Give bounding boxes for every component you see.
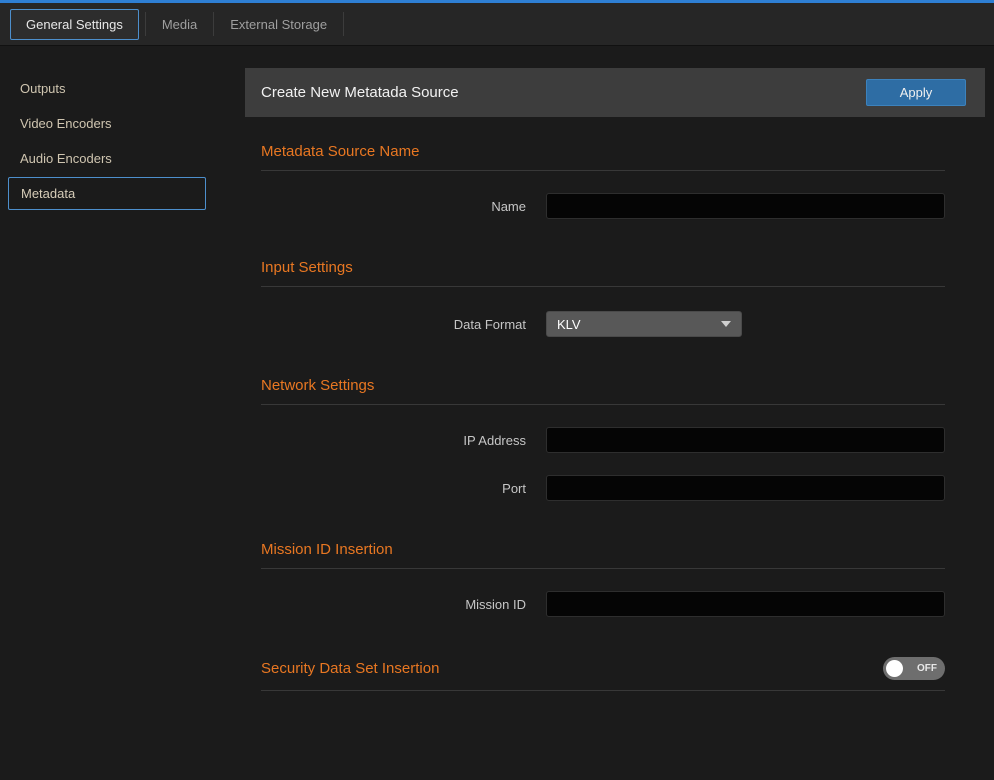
section-divider (261, 286, 945, 287)
main-content: Create New Metatada Source Apply Metadat… (245, 46, 994, 777)
chevron-down-icon (721, 321, 731, 327)
sidebar-item-video-encoders[interactable]: Video Encoders (0, 107, 245, 140)
tab-external-storage[interactable]: External Storage (214, 9, 343, 40)
apply-button[interactable]: Apply (866, 79, 966, 106)
ip-address-label: IP Address (245, 433, 526, 448)
name-row: Name (245, 193, 945, 219)
section-divider (261, 170, 945, 171)
port-label: Port (245, 481, 526, 496)
top-tab-bar: General Settings Media External Storage (0, 0, 994, 46)
section-divider (261, 568, 945, 569)
section-divider (261, 404, 945, 405)
section-divider (261, 690, 945, 691)
ip-address-input[interactable] (546, 427, 945, 453)
security-data-set-toggle[interactable]: OFF (883, 657, 945, 680)
mission-id-label: Mission ID (245, 597, 526, 612)
sidebar-item-metadata[interactable]: Metadata (8, 177, 206, 210)
data-format-dropdown[interactable]: KLV (546, 311, 742, 337)
sidebar-item-audio-encoders[interactable]: Audio Encoders (0, 142, 245, 175)
data-format-row: Data Format KLV (245, 311, 945, 337)
panel-header: Create New Metatada Source Apply (245, 68, 985, 117)
ip-address-row: IP Address (245, 427, 945, 453)
tab-separator (343, 12, 344, 36)
section-heading-security-data-set-insertion: Security Data Set Insertion (261, 660, 439, 677)
section-heading-metadata-source-name: Metadata Source Name (261, 143, 945, 160)
data-format-label: Data Format (245, 317, 526, 332)
port-input[interactable] (546, 475, 945, 501)
port-row: Port (245, 475, 945, 501)
metadata-form: Metadata Source Name Name Input Settings… (245, 143, 945, 691)
section-heading-network-settings: Network Settings (261, 377, 945, 394)
sidebar-item-outputs[interactable]: Outputs (0, 72, 245, 105)
data-format-selected-value: KLV (557, 317, 721, 332)
section-heading-mission-id-insertion: Mission ID Insertion (261, 541, 945, 558)
tab-general-settings[interactable]: General Settings (10, 9, 139, 40)
mission-id-input[interactable] (546, 591, 945, 617)
sidebar: Outputs Video Encoders Audio Encoders Me… (0, 46, 245, 777)
name-input[interactable] (546, 193, 945, 219)
toggle-state-label: OFF (903, 663, 937, 674)
section-heading-input-settings: Input Settings (261, 259, 945, 276)
page-title: Create New Metatada Source (261, 84, 866, 101)
mission-id-row: Mission ID (245, 591, 945, 617)
security-data-set-row: Security Data Set Insertion OFF (245, 657, 945, 680)
toggle-knob-icon (886, 660, 903, 677)
name-label: Name (245, 199, 526, 214)
tab-media[interactable]: Media (146, 9, 213, 40)
